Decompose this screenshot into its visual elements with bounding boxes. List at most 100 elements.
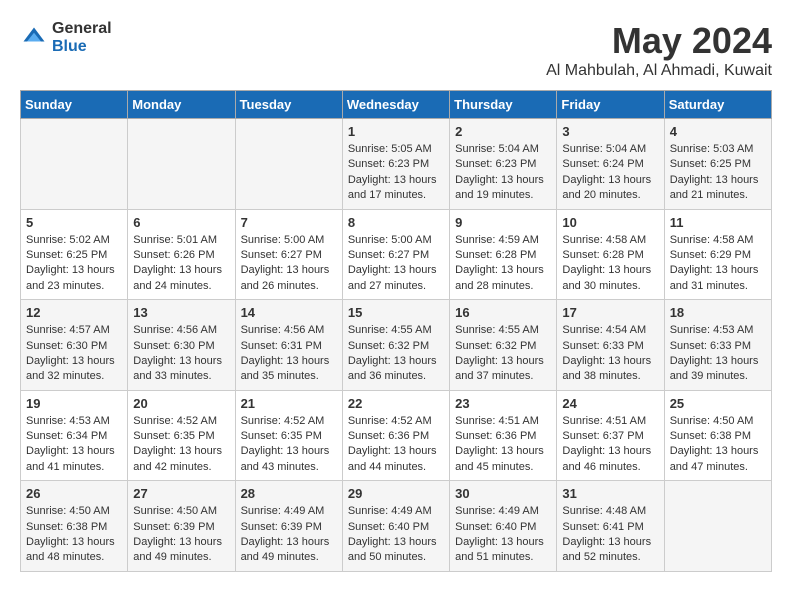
calendar-cell: 6 Sunrise: 5:01 AM Sunset: 6:26 PM Daylig… bbox=[128, 209, 235, 300]
cell-content: Sunrise: 4:51 AM Sunset: 6:37 PM Dayligh… bbox=[562, 414, 658, 476]
cell-content: Sunrise: 4:49 AM Sunset: 6:39 PM Dayligh… bbox=[241, 504, 337, 566]
cell-content: Sunrise: 5:02 AM Sunset: 6:25 PM Dayligh… bbox=[26, 233, 122, 295]
day-number: 5 bbox=[26, 215, 122, 230]
day-number: 22 bbox=[348, 396, 444, 411]
day-number: 27 bbox=[133, 486, 229, 501]
day-number: 3 bbox=[562, 124, 658, 139]
calendar-cell: 9 Sunrise: 4:59 AM Sunset: 6:28 PM Daylig… bbox=[450, 209, 557, 300]
calendar-cell: 10Sunrise: 4:58 AM Sunset: 6:28 PM Dayli… bbox=[557, 209, 664, 300]
cell-content: Sunrise: 4:55 AM Sunset: 6:32 PM Dayligh… bbox=[455, 323, 551, 385]
day-number: 25 bbox=[670, 396, 766, 411]
calendar-cell: 29 Sunrise: 4:49 AM Sunset: 6:40 PM Dayli… bbox=[342, 481, 449, 572]
day-number: 16 bbox=[455, 305, 551, 320]
header-wednesday: Wednesday bbox=[342, 91, 449, 119]
calendar-cell: 15 Sunrise: 4:55 AM Sunset: 6:32 PM Dayli… bbox=[342, 300, 449, 391]
day-number: 21 bbox=[241, 396, 337, 411]
calendar-header-row: SundayMondayTuesdayWednesdayThursdayFrid… bbox=[21, 91, 772, 119]
day-number: 1 bbox=[348, 124, 444, 139]
day-number: 29 bbox=[348, 486, 444, 501]
calendar-cell: 3 Sunrise: 5:04 AM Sunset: 6:24 PM Daylig… bbox=[557, 119, 664, 210]
day-number: 10 bbox=[562, 215, 658, 230]
cell-content: Sunrise: 4:56 AM Sunset: 6:30 PM Dayligh… bbox=[133, 323, 229, 385]
day-number: 26 bbox=[26, 486, 122, 501]
calendar-cell: 5 Sunrise: 5:02 AM Sunset: 6:25 PM Daylig… bbox=[21, 209, 128, 300]
calendar-cell: 1 Sunrise: 5:05 AM Sunset: 6:23 PM Daylig… bbox=[342, 119, 449, 210]
location-title: Al Mahbulah, Al Ahmadi, Kuwait bbox=[546, 62, 772, 80]
calendar-cell bbox=[128, 119, 235, 210]
day-number: 4 bbox=[670, 124, 766, 139]
cell-content: Sunrise: 4:59 AM Sunset: 6:28 PM Dayligh… bbox=[455, 233, 551, 295]
month-title: May 2024 bbox=[546, 20, 772, 62]
day-number: 30 bbox=[455, 486, 551, 501]
cell-content: Sunrise: 4:50 AM Sunset: 6:39 PM Dayligh… bbox=[133, 504, 229, 566]
calendar-cell: 31Sunrise: 4:48 AM Sunset: 6:41 PM Dayli… bbox=[557, 481, 664, 572]
day-number: 12 bbox=[26, 305, 122, 320]
calendar-cell: 12Sunrise: 4:57 AM Sunset: 6:30 PM Dayli… bbox=[21, 300, 128, 391]
day-number: 15 bbox=[348, 305, 444, 320]
calendar-table: SundayMondayTuesdayWednesdayThursdayFrid… bbox=[20, 90, 772, 572]
day-number: 19 bbox=[26, 396, 122, 411]
day-number: 9 bbox=[455, 215, 551, 230]
cell-content: Sunrise: 4:52 AM Sunset: 6:36 PM Dayligh… bbox=[348, 414, 444, 476]
logo: General Blue bbox=[20, 20, 112, 55]
cell-content: Sunrise: 5:04 AM Sunset: 6:24 PM Dayligh… bbox=[562, 142, 658, 204]
calendar-week-row: 19 Sunrise: 4:53 AM Sunset: 6:34 PM Dayli… bbox=[21, 390, 772, 481]
calendar-cell: 23 Sunrise: 4:51 AM Sunset: 6:36 PM Dayli… bbox=[450, 390, 557, 481]
cell-content: Sunrise: 5:04 AM Sunset: 6:23 PM Dayligh… bbox=[455, 142, 551, 204]
header-thursday: Thursday bbox=[450, 91, 557, 119]
day-number: 6 bbox=[133, 215, 229, 230]
calendar-cell: 19 Sunrise: 4:53 AM Sunset: 6:34 PM Dayli… bbox=[21, 390, 128, 481]
cell-content: Sunrise: 4:52 AM Sunset: 6:35 PM Dayligh… bbox=[133, 414, 229, 476]
day-number: 2 bbox=[455, 124, 551, 139]
calendar-cell: 4Sunrise: 5:03 AM Sunset: 6:25 PM Daylig… bbox=[664, 119, 771, 210]
cell-content: Sunrise: 4:50 AM Sunset: 6:38 PM Dayligh… bbox=[26, 504, 122, 566]
cell-content: Sunrise: 4:51 AM Sunset: 6:36 PM Dayligh… bbox=[455, 414, 551, 476]
logo-icon bbox=[20, 24, 48, 52]
cell-content: Sunrise: 4:56 AM Sunset: 6:31 PM Dayligh… bbox=[241, 323, 337, 385]
calendar-week-row: 12Sunrise: 4:57 AM Sunset: 6:30 PM Dayli… bbox=[21, 300, 772, 391]
day-number: 23 bbox=[455, 396, 551, 411]
day-number: 13 bbox=[133, 305, 229, 320]
calendar-cell: 13 Sunrise: 4:56 AM Sunset: 6:30 PM Dayli… bbox=[128, 300, 235, 391]
day-number: 8 bbox=[348, 215, 444, 230]
header-friday: Friday bbox=[557, 91, 664, 119]
day-number: 20 bbox=[133, 396, 229, 411]
cell-content: Sunrise: 4:49 AM Sunset: 6:40 PM Dayligh… bbox=[455, 504, 551, 566]
cell-content: Sunrise: 5:05 AM Sunset: 6:23 PM Dayligh… bbox=[348, 142, 444, 204]
cell-content: Sunrise: 4:50 AM Sunset: 6:38 PM Dayligh… bbox=[670, 414, 766, 476]
calendar-cell bbox=[21, 119, 128, 210]
cell-content: Sunrise: 4:49 AM Sunset: 6:40 PM Dayligh… bbox=[348, 504, 444, 566]
calendar-cell: 24Sunrise: 4:51 AM Sunset: 6:37 PM Dayli… bbox=[557, 390, 664, 481]
day-number: 7 bbox=[241, 215, 337, 230]
calendar-cell: 28 Sunrise: 4:49 AM Sunset: 6:39 PM Dayli… bbox=[235, 481, 342, 572]
logo-general-label: General bbox=[52, 20, 112, 38]
cell-content: Sunrise: 4:54 AM Sunset: 6:33 PM Dayligh… bbox=[562, 323, 658, 385]
calendar-cell: 8Sunrise: 5:00 AM Sunset: 6:27 PM Daylig… bbox=[342, 209, 449, 300]
calendar-cell: 21Sunrise: 4:52 AM Sunset: 6:35 PM Dayli… bbox=[235, 390, 342, 481]
calendar-week-row: 5 Sunrise: 5:02 AM Sunset: 6:25 PM Daylig… bbox=[21, 209, 772, 300]
day-number: 31 bbox=[562, 486, 658, 501]
day-number: 28 bbox=[241, 486, 337, 501]
cell-content: Sunrise: 4:58 AM Sunset: 6:29 PM Dayligh… bbox=[670, 233, 766, 295]
page-header: General Blue May 2024 Al Mahbulah, Al Ah… bbox=[20, 20, 772, 80]
calendar-cell: 22 Sunrise: 4:52 AM Sunset: 6:36 PM Dayli… bbox=[342, 390, 449, 481]
calendar-week-row: 26 Sunrise: 4:50 AM Sunset: 6:38 PM Dayli… bbox=[21, 481, 772, 572]
day-number: 14 bbox=[241, 305, 337, 320]
day-number: 11 bbox=[670, 215, 766, 230]
cell-content: Sunrise: 4:53 AM Sunset: 6:34 PM Dayligh… bbox=[26, 414, 122, 476]
header-tuesday: Tuesday bbox=[235, 91, 342, 119]
cell-content: Sunrise: 5:01 AM Sunset: 6:26 PM Dayligh… bbox=[133, 233, 229, 295]
title-block: May 2024 Al Mahbulah, Al Ahmadi, Kuwait bbox=[546, 20, 772, 80]
calendar-cell: 25 Sunrise: 4:50 AM Sunset: 6:38 PM Dayli… bbox=[664, 390, 771, 481]
calendar-cell: 30 Sunrise: 4:49 AM Sunset: 6:40 PM Dayli… bbox=[450, 481, 557, 572]
header-sunday: Sunday bbox=[21, 91, 128, 119]
calendar-cell: 7 Sunrise: 5:00 AM Sunset: 6:27 PM Daylig… bbox=[235, 209, 342, 300]
cell-content: Sunrise: 4:55 AM Sunset: 6:32 PM Dayligh… bbox=[348, 323, 444, 385]
cell-content: Sunrise: 5:00 AM Sunset: 6:27 PM Dayligh… bbox=[241, 233, 337, 295]
calendar-cell: 18Sunrise: 4:53 AM Sunset: 6:33 PM Dayli… bbox=[664, 300, 771, 391]
calendar-cell: 2 Sunrise: 5:04 AM Sunset: 6:23 PM Daylig… bbox=[450, 119, 557, 210]
calendar-cell: 11 Sunrise: 4:58 AM Sunset: 6:29 PM Dayli… bbox=[664, 209, 771, 300]
calendar-week-row: 1 Sunrise: 5:05 AM Sunset: 6:23 PM Daylig… bbox=[21, 119, 772, 210]
header-monday: Monday bbox=[128, 91, 235, 119]
day-number: 17 bbox=[562, 305, 658, 320]
